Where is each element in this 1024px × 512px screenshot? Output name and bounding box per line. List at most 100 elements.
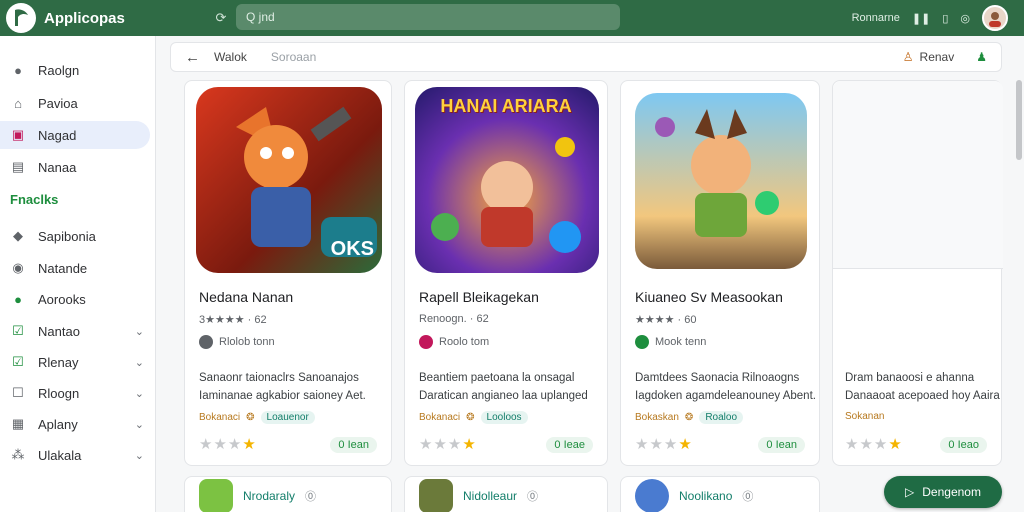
star-icon[interactable]: ★ bbox=[845, 436, 859, 453]
app-thumbnail[interactable] bbox=[419, 479, 453, 512]
chevron-down-icon[interactable]: ⌄ bbox=[135, 418, 144, 431]
info-icon[interactable]: ⓪ bbox=[742, 488, 753, 504]
app-card[interactable]: HANAI ARIARA Rapell Bleikagekan Renoogn.… bbox=[404, 80, 608, 466]
sidebar-item-sapibonia[interactable]: ◆ Sapibonia bbox=[0, 222, 156, 250]
star-icon[interactable]: ★ bbox=[213, 436, 227, 453]
star-rating[interactable]: ★★★★ bbox=[419, 435, 477, 453]
sidebar-item-raolgn[interactable]: ● Raolgn bbox=[0, 56, 156, 84]
app-thumbnail[interactable] bbox=[199, 479, 233, 512]
app-title[interactable]: Nedana Nanan bbox=[199, 289, 293, 305]
sidebar: ● Raolgn ⌂ Pavioa ▣ Nagad ▤ Nanaa Fnaclk… bbox=[0, 36, 156, 512]
grid-icon: ▦ bbox=[11, 416, 25, 431]
app-title[interactable]: Rapell Bleikagekan bbox=[419, 289, 539, 305]
chevron-down-icon[interactable]: ⌄ bbox=[135, 356, 144, 369]
tag-label: Sokanan bbox=[845, 411, 885, 422]
app-artwork[interactable]: HANAI ARIARA bbox=[415, 87, 599, 273]
tag-label: Bokanaci bbox=[199, 412, 241, 423]
avatar[interactable] bbox=[982, 5, 1008, 31]
star-icon[interactable]: ★ bbox=[635, 436, 649, 453]
sidebar-item-rloogn[interactable]: ☐ Rloogn ⌄ bbox=[0, 379, 156, 407]
star-icon[interactable]: ★ bbox=[448, 436, 462, 453]
price-badge[interactable]: 0 Iean bbox=[330, 437, 377, 453]
star-icon[interactable]: ★ bbox=[888, 436, 902, 453]
star-icon[interactable]: ★ bbox=[228, 436, 242, 453]
app-developer[interactable]: Mook tenn bbox=[635, 335, 706, 349]
sub-label[interactable]: Soroaan bbox=[271, 50, 316, 64]
developer-name: Roolo tom bbox=[439, 336, 490, 348]
info-icon[interactable]: ⓪ bbox=[527, 488, 538, 504]
app-description: Sanaonr taionaclrs Sanoanajos Iaminanae … bbox=[199, 369, 385, 405]
sidebar-item-label: Aorooks bbox=[38, 291, 86, 307]
star-icon[interactable]: ★ bbox=[433, 436, 447, 453]
app-developer[interactable]: Rlolob tonn bbox=[199, 335, 275, 349]
chevron-down-icon[interactable]: ⌄ bbox=[135, 449, 144, 462]
app-card-preview[interactable]: Nidolleaur ⓪ bbox=[404, 476, 608, 512]
sidebar-item-natande[interactable]: ◉ Natande bbox=[0, 254, 156, 282]
star-icon[interactable]: ★ bbox=[649, 436, 663, 453]
app-card-preview[interactable]: Nrodaraly ⓪ bbox=[184, 476, 392, 512]
pause-icon[interactable]: ❚❚ bbox=[912, 12, 930, 25]
scrollbar-thumb[interactable] bbox=[1016, 80, 1022, 160]
floating-action-button[interactable]: ▷ Dengenom bbox=[884, 476, 1002, 508]
sidebar-item-label: Nantao bbox=[38, 323, 80, 339]
account-label[interactable]: Ronnarne bbox=[852, 12, 900, 24]
back-label[interactable]: Walok bbox=[214, 50, 247, 64]
sidebar-item-nanaa[interactable]: ▤ Nanaa bbox=[0, 153, 156, 181]
search-bar[interactable]: Q jnd bbox=[236, 4, 620, 30]
play-icon: ▷ bbox=[905, 485, 915, 499]
app-title[interactable]: Nrodaraly bbox=[243, 489, 295, 503]
app-logo[interactable] bbox=[6, 3, 36, 33]
person-add-icon[interactable]: ♟ bbox=[976, 50, 987, 64]
info-icon[interactable]: ⓪ bbox=[305, 488, 316, 504]
star-icon[interactable]: ★ bbox=[664, 436, 678, 453]
circle-check-icon: ● bbox=[14, 291, 22, 307]
chat-icon[interactable]: ◎ bbox=[960, 12, 970, 25]
star-icon[interactable]: ★ bbox=[419, 436, 433, 453]
app-card[interactable]: OKS Nedana Nanan 3★★★★ · 62 Rlolob tonn … bbox=[184, 80, 392, 466]
star-icon[interactable]: ★ bbox=[859, 436, 873, 453]
star-icon[interactable]: ★ bbox=[462, 436, 476, 453]
sidebar-item-aplany[interactable]: ▦ Aplany ⌄ bbox=[0, 410, 156, 438]
price-badge[interactable]: 0 Ieao bbox=[940, 437, 987, 453]
sidebar-item-nantao[interactable]: ☑ Nantao ⌄ bbox=[0, 317, 156, 345]
app-card[interactable]: Kiuaneo Sv Measookan ★★★★ · 60 Mook tenn… bbox=[620, 80, 820, 466]
sidebar-item-nagad[interactable]: ▣ Nagad bbox=[0, 121, 150, 149]
sidebar-item-ulakala[interactable]: ⁂ Ulakala ⌄ bbox=[0, 441, 156, 469]
sidebar-item-aorooks[interactable]: ● Aorooks bbox=[0, 285, 156, 313]
flag-icon bbox=[15, 9, 28, 27]
sidebar-item-rlenay[interactable]: ☑ Rlenay ⌄ bbox=[0, 348, 156, 376]
app-artwork[interactable]: OKS bbox=[196, 87, 382, 273]
search-input-text[interactable]: Q jnd bbox=[246, 10, 275, 24]
star-rating[interactable]: ★★★★ bbox=[635, 435, 693, 453]
refresh-icon[interactable]: ⟳ bbox=[210, 10, 232, 26]
chevron-down-icon[interactable]: ⌄ bbox=[135, 387, 144, 400]
back-arrow-icon[interactable]: ← bbox=[185, 49, 200, 66]
app-title[interactable]: Noolikano bbox=[679, 489, 732, 503]
star-icon[interactable]: ★ bbox=[242, 436, 256, 453]
app-card[interactable]: Dram banaoosi e ahanna Danaaoat acepoaed… bbox=[832, 80, 1003, 466]
tag-pill[interactable]: Loauenor bbox=[260, 411, 315, 424]
app-developer[interactable]: Roolo tom bbox=[419, 335, 489, 349]
app-card-preview[interactable]: Noolikano ⓪ bbox=[620, 476, 820, 512]
star-rating[interactable]: ★★★★ bbox=[199, 435, 257, 453]
star-icon[interactable]: ★ bbox=[874, 436, 888, 453]
app-thumbnail[interactable] bbox=[635, 479, 669, 512]
star-icon[interactable]: ★ bbox=[678, 436, 692, 453]
developer-icon bbox=[635, 335, 649, 349]
app-title[interactable]: Nidolleaur bbox=[463, 489, 517, 503]
tablet-icon[interactable]: ▯ bbox=[942, 12, 948, 25]
tag-icon: ◆ bbox=[13, 228, 23, 243]
price-badge[interactable]: 0 Iean bbox=[758, 437, 805, 453]
sidebar-item-pavioa[interactable]: ⌂ Pavioa bbox=[0, 89, 156, 117]
tag-pill[interactable]: Roaloo bbox=[699, 411, 744, 424]
right-label[interactable]: Renav bbox=[920, 50, 955, 64]
star-rating[interactable]: ★★★★ bbox=[845, 435, 903, 453]
price-badge[interactable]: 0 Ieae bbox=[546, 437, 593, 453]
app-artwork[interactable] bbox=[635, 93, 807, 269]
tag-pill[interactable]: Looloos bbox=[480, 411, 528, 424]
chevron-down-icon[interactable]: ⌄ bbox=[135, 325, 144, 338]
star-icon[interactable]: ★ bbox=[199, 436, 213, 453]
app-title: Applicopas bbox=[44, 9, 125, 27]
app-title[interactable]: Kiuaneo Sv Measookan bbox=[635, 289, 783, 305]
bell-icon[interactable]: ♙ bbox=[903, 50, 914, 64]
